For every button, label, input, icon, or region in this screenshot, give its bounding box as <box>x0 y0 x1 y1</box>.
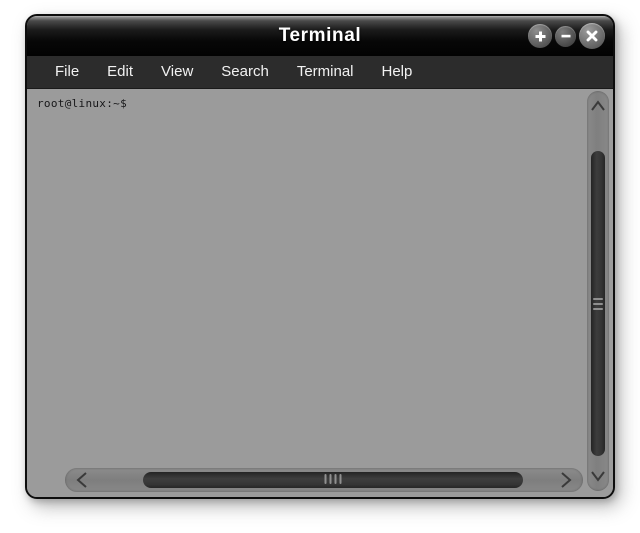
menu-bar: File Edit View Search Terminal Help <box>27 56 613 89</box>
chevron-down-icon <box>591 471 605 482</box>
horizontal-scrollbar[interactable] <box>65 468 583 492</box>
window-title: Terminal <box>278 25 362 46</box>
title-bar[interactable]: Terminal <box>27 16 613 56</box>
horizontal-scrollbar-thumb[interactable] <box>143 472 523 488</box>
plus-icon <box>535 31 545 41</box>
screen: Terminal File Edit View Search Terminal … <box>0 0 640 533</box>
menu-item-edit[interactable]: Edit <box>93 60 147 84</box>
chevron-up-icon <box>591 100 605 111</box>
minimize-button[interactable] <box>555 25 576 47</box>
vertical-scrollbar[interactable] <box>587 91 609 491</box>
terminal-content-area[interactable]: root@linux:~$ <box>27 89 613 497</box>
minus-icon <box>561 34 570 38</box>
horizontal-scrollbar-grip <box>324 474 342 484</box>
vertical-scrollbar-thumb[interactable] <box>591 151 605 456</box>
menu-item-file[interactable]: File <box>41 60 93 84</box>
scroll-down-button[interactable] <box>587 463 609 489</box>
chevron-left-icon <box>76 472 87 488</box>
menu-item-search[interactable]: Search <box>207 60 283 84</box>
scroll-right-button[interactable] <box>551 468 581 492</box>
maximize-button[interactable] <box>528 24 552 48</box>
close-button[interactable] <box>579 23 605 49</box>
menu-item-view[interactable]: View <box>147 60 207 84</box>
terminal-prompt: root@linux:~$ <box>37 97 127 110</box>
menu-item-help[interactable]: Help <box>368 60 427 84</box>
menu-item-terminal[interactable]: Terminal <box>283 60 368 84</box>
close-icon <box>586 30 598 42</box>
chevron-right-icon <box>561 472 572 488</box>
scroll-left-button[interactable] <box>67 468 97 492</box>
scroll-up-button[interactable] <box>587 93 609 119</box>
terminal-window: Terminal File Edit View Search Terminal … <box>25 14 615 499</box>
window-controls <box>528 23 605 49</box>
vertical-scrollbar-grip <box>593 297 603 310</box>
